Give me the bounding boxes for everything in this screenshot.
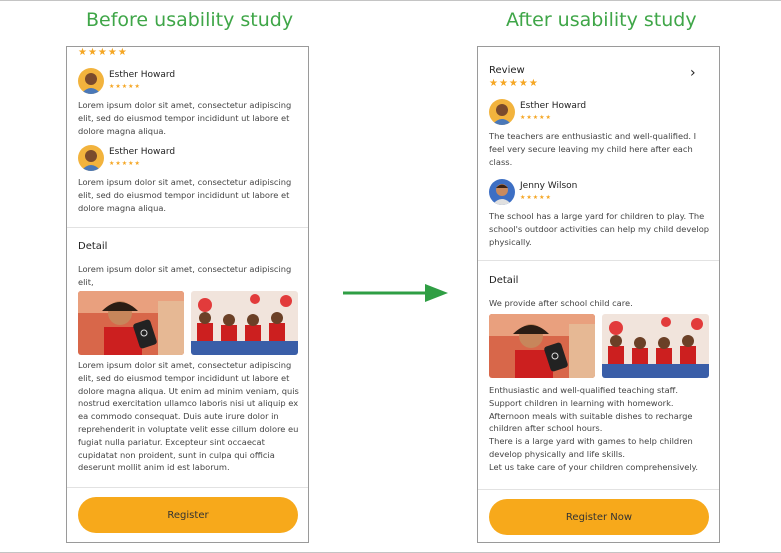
review-header: Esther Howard ★★★★★ <box>78 68 299 94</box>
section-divider <box>67 227 308 228</box>
review-header: Esther Howard ★★★★★ <box>78 145 299 171</box>
detail-photo-class <box>602 314 709 378</box>
reviewer-name: Esther Howard <box>109 70 176 80</box>
after-screen: Review › ★★★★★ Esther Howard ★★★★★ The t… <box>477 46 720 543</box>
register-button[interactable]: Register <box>78 497 298 533</box>
review-title: Review <box>489 65 525 76</box>
review-text: Lorem ipsum dolor sit amet, consectetur … <box>78 177 292 213</box>
detail-photo-class <box>191 291 298 355</box>
section-divider <box>478 489 719 490</box>
detail-line: There is a large yard with games to help… <box>489 436 693 459</box>
detail-photo-child <box>489 314 595 378</box>
avatar <box>489 179 515 205</box>
before-heading: Before usability study <box>86 9 294 31</box>
before-screen: ★★★★★ Esther Howard ★★★★★ Lorem ipsum do… <box>66 46 309 543</box>
reviewer-name: Esther Howard <box>520 101 587 111</box>
avatar <box>78 68 104 94</box>
top-border <box>0 0 781 1</box>
detail-intro: Lorem ipsum dolor sit amet, consectetur … <box>78 264 292 287</box>
avatar <box>489 99 515 125</box>
review-text: The teachers are enthusiastic and well-q… <box>489 131 697 167</box>
reviewer-name: Jenny Wilson <box>520 181 578 191</box>
review-header: Esther Howard ★★★★★ <box>489 99 710 125</box>
detail-line: Enthusiastic and well-qualified teaching… <box>489 385 679 395</box>
section-divider <box>67 487 308 488</box>
detail-line: Let us take care of your children compre… <box>489 461 699 472</box>
reviewer-stars: ★★★★★ <box>109 83 141 90</box>
review-text: Lorem ipsum dolor sit amet, consectetur … <box>78 100 292 136</box>
review-text: The school has a large yard for children… <box>489 211 710 247</box>
review-stars: ★★★★★ <box>489 78 539 89</box>
avatar <box>78 145 104 171</box>
arrow-right-icon <box>343 284 448 302</box>
section-divider <box>478 260 719 261</box>
reviewer-name: Esther Howard <box>109 147 176 157</box>
detail-line: Afternoon meals with suitable dishes to … <box>489 410 693 434</box>
detail-body: Lorem ipsum dolor sit amet, consectetur … <box>78 360 299 473</box>
register-now-button[interactable]: Register Now <box>489 499 709 535</box>
detail-list: Enthusiastic and well-qualified teaching… <box>489 384 710 474</box>
reviewer-stars: ★★★★★ <box>520 114 552 121</box>
detail-title: Detail <box>489 275 519 286</box>
detail-line: Support children in learning with homewo… <box>489 397 674 408</box>
detail-photo-child <box>78 291 184 355</box>
top-rating-stars: ★★★★★ <box>78 47 128 58</box>
detail-intro: We provide after school child care. <box>489 298 633 308</box>
reviewer-stars: ★★★★★ <box>520 194 552 201</box>
reviewer-stars: ★★★★★ <box>109 160 141 167</box>
after-heading: After usability study <box>506 9 697 31</box>
detail-title: Detail <box>78 241 108 252</box>
review-header: Jenny Wilson ★★★★★ <box>489 179 710 205</box>
